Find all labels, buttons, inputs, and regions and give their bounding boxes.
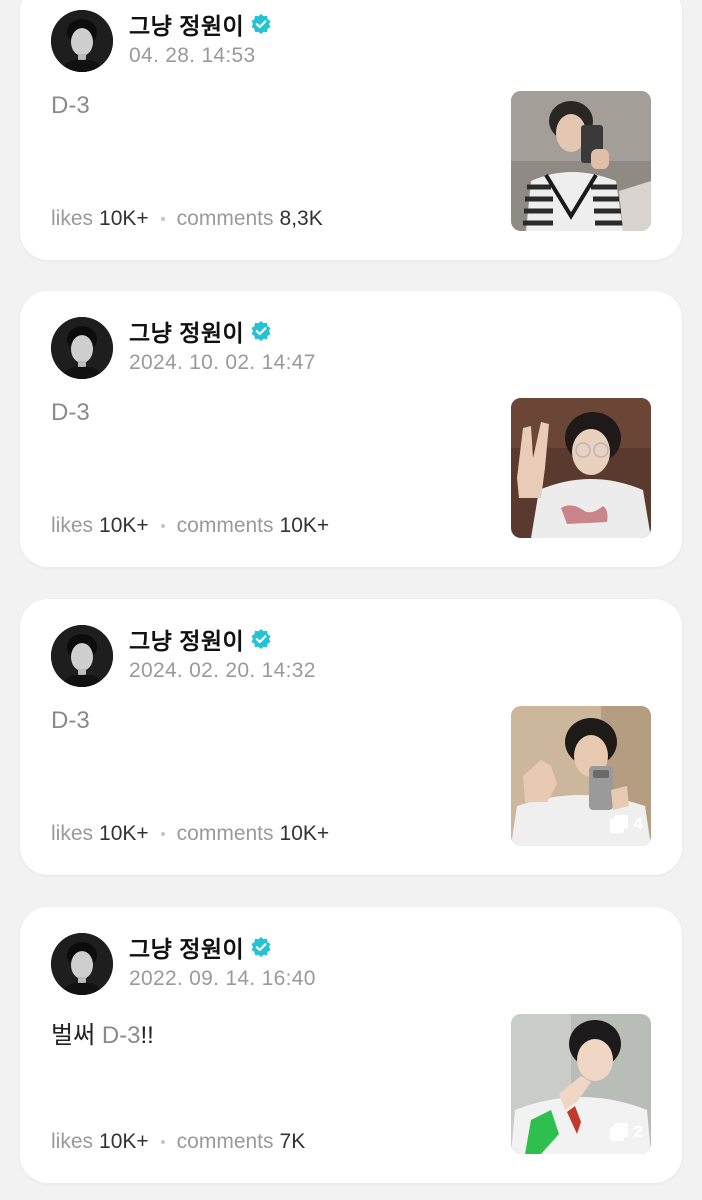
comments-count: 7K bbox=[279, 1130, 306, 1153]
likes-label: likes bbox=[51, 822, 94, 845]
verified-badge-icon bbox=[250, 13, 272, 35]
post-stats: likes 10K+ comments 7K bbox=[51, 1130, 305, 1154]
author-name[interactable]: 그냥 정원이 bbox=[129, 930, 244, 964]
multi-photo-indicator: 4 bbox=[609, 814, 643, 834]
likes-label: likes bbox=[51, 514, 94, 537]
comments-count: 8,3K bbox=[279, 207, 323, 230]
stats-separator bbox=[160, 1140, 165, 1144]
post-text-highlight: D-3 bbox=[51, 92, 90, 119]
post-timestamp: 2022. 09. 14. 16:40 bbox=[129, 967, 316, 990]
avatar[interactable] bbox=[51, 625, 113, 687]
post-text-highlight: D-3 bbox=[51, 399, 90, 426]
comments-label: comments bbox=[176, 1130, 274, 1153]
post-text-suffix: !! bbox=[140, 1022, 154, 1049]
stats-separator bbox=[160, 524, 165, 528]
post-feed: 그냥 정원이 04. 28. 14:53 D-3 likes 10K+ comm… bbox=[0, 0, 702, 1200]
post-stats: likes 10K+ comments 10K+ bbox=[51, 514, 329, 538]
post-card[interactable]: 그냥 정원이 2022. 09. 14. 16:40 벌써 D-3!! like… bbox=[20, 907, 682, 1183]
post-thumbnail[interactable] bbox=[511, 398, 651, 538]
stats-separator bbox=[160, 832, 165, 836]
likes-label: likes bbox=[51, 1130, 94, 1153]
avatar[interactable] bbox=[51, 10, 113, 72]
post-timestamp: 04. 28. 14:53 bbox=[129, 44, 256, 67]
post-text-highlight: D-3 bbox=[101, 1022, 141, 1049]
comments-label: comments bbox=[176, 207, 274, 230]
stats-separator bbox=[160, 217, 165, 221]
author-name[interactable]: 그냥 정원이 bbox=[129, 314, 244, 348]
post-timestamp: 2024. 02. 20. 14:32 bbox=[129, 659, 316, 682]
post-text-highlight: D-3 bbox=[51, 707, 90, 734]
post-text: D-3 bbox=[51, 399, 90, 427]
post-text-prefix: 벌써 bbox=[51, 1022, 102, 1049]
comments-count: 10K+ bbox=[279, 822, 330, 845]
likes-count: 10K+ bbox=[99, 822, 149, 845]
post-card[interactable]: 그냥 정원이 2024. 10. 02. 14:47 D-3 likes 10K… bbox=[20, 291, 682, 567]
post-stats: likes 10K+ comments 8,3K bbox=[51, 207, 323, 231]
post-card[interactable]: 그냥 정원이 2024. 02. 20. 14:32 D-3 likes 10K… bbox=[20, 599, 682, 875]
likes-count: 10K+ bbox=[99, 514, 149, 537]
photo-count: 2 bbox=[633, 1122, 643, 1141]
comments-label: comments bbox=[176, 514, 274, 537]
likes-count: 10K+ bbox=[99, 207, 149, 230]
likes-count: 10K+ bbox=[99, 1130, 149, 1153]
author-row: 그냥 정원이 bbox=[129, 626, 272, 654]
post-thumbnail[interactable]: 2 bbox=[511, 1014, 651, 1154]
post-text: D-3 bbox=[51, 92, 90, 120]
post-card[interactable]: 그냥 정원이 04. 28. 14:53 D-3 likes 10K+ comm… bbox=[20, 0, 682, 260]
author-row: 그냥 정원이 bbox=[129, 934, 272, 962]
post-thumbnail[interactable]: 4 bbox=[511, 706, 651, 846]
author-row: 그냥 정원이 bbox=[129, 318, 272, 346]
author-name[interactable]: 그냥 정원이 bbox=[129, 622, 244, 656]
verified-badge-icon bbox=[250, 628, 272, 650]
post-text: D-3 bbox=[51, 707, 90, 735]
multi-photo-icon bbox=[609, 1123, 628, 1141]
comments-count: 10K+ bbox=[279, 514, 330, 537]
post-stats: likes 10K+ comments 10K+ bbox=[51, 822, 329, 846]
post-timestamp: 2024. 10. 02. 14:47 bbox=[129, 351, 316, 374]
author-row: 그냥 정원이 bbox=[129, 11, 272, 39]
post-text: 벌써 D-3!! bbox=[51, 1015, 154, 1050]
multi-photo-icon bbox=[609, 815, 628, 833]
verified-badge-icon bbox=[250, 320, 272, 342]
verified-badge-icon bbox=[250, 936, 272, 958]
likes-label: likes bbox=[51, 207, 94, 230]
post-thumbnail[interactable] bbox=[511, 91, 651, 231]
avatar[interactable] bbox=[51, 317, 113, 379]
avatar[interactable] bbox=[51, 933, 113, 995]
photo-count: 4 bbox=[633, 814, 643, 833]
multi-photo-indicator: 2 bbox=[609, 1122, 643, 1142]
author-name[interactable]: 그냥 정원이 bbox=[129, 7, 244, 41]
comments-label: comments bbox=[176, 822, 274, 845]
